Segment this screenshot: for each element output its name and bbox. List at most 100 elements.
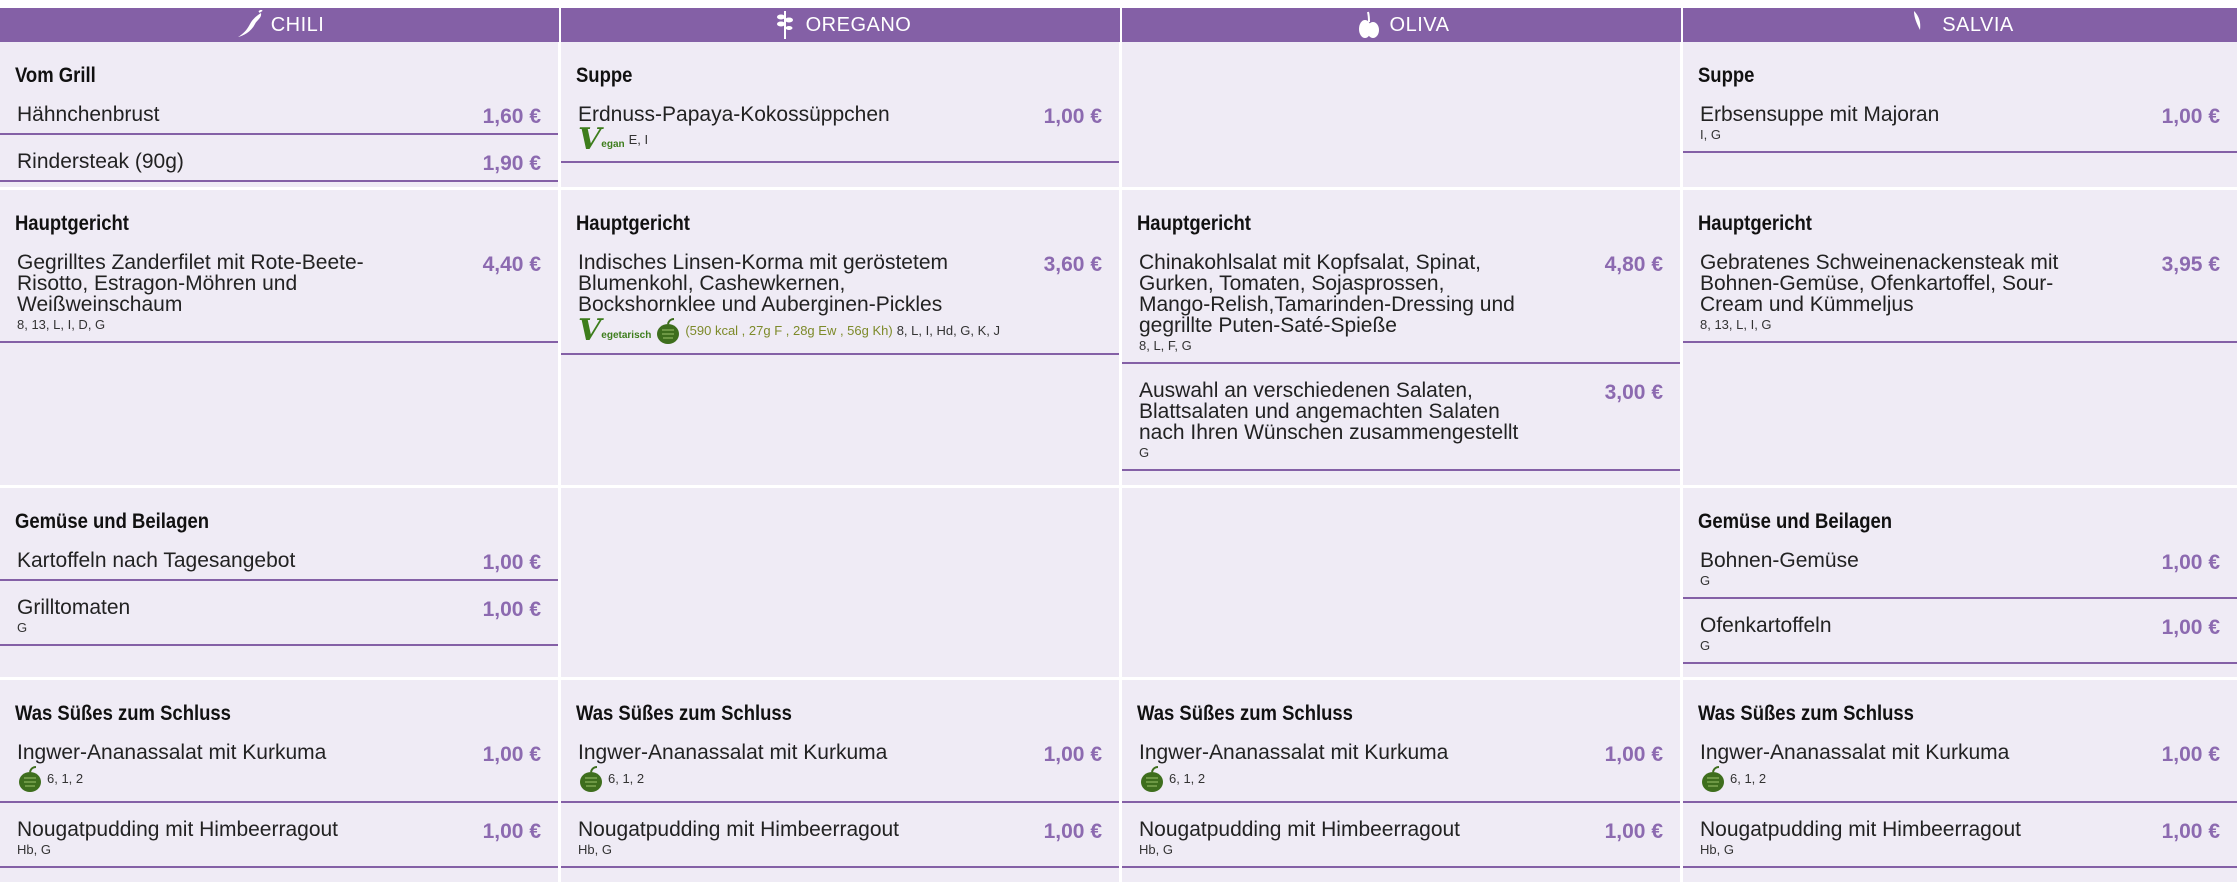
allergen-codes: 6, 1, 2 bbox=[608, 771, 645, 786]
item-price: 3,95 € bbox=[2161, 253, 2220, 276]
apple-icon bbox=[580, 766, 602, 792]
vegan-badge-icon: Vegan bbox=[578, 122, 625, 157]
category-title: Hauptgericht bbox=[14, 212, 129, 235]
allergen-codes: G bbox=[17, 620, 28, 635]
menu-item: Ingwer-Ananassalat mit Kurkuma 1,00 € 6,… bbox=[1683, 736, 2237, 803]
item-allergens: Vegetarisch (590 kcal , 27g F , 28g Ew ,… bbox=[578, 313, 1102, 348]
allergen-codes: G bbox=[1700, 573, 1711, 588]
oregano-icon bbox=[776, 11, 793, 39]
column-title: OREGANO bbox=[805, 13, 912, 36]
allergen-codes: Hb, G bbox=[578, 842, 612, 857]
category-title: Was Süßes zum Schluss bbox=[1697, 702, 1914, 725]
item-name: Erbsensuppe mit Majoran bbox=[1700, 103, 1940, 126]
menu-item: Nougatpudding mit Himbeerragout 1,00 € H… bbox=[1683, 813, 2237, 868]
menu-item: Ingwer-Ananassalat mit Kurkuma 1,00 € 6,… bbox=[561, 736, 1119, 803]
item-price: 1,00 € bbox=[2161, 551, 2220, 574]
salvia-sides-section: Gemüse und Beilagen Bohnen-Gemüse 1,00 €… bbox=[1683, 488, 2237, 680]
item-allergens: Vegan E, I bbox=[578, 122, 1102, 157]
category-title: Hauptgericht bbox=[575, 212, 690, 235]
menu-item: Rindersteak (90g) 1,90 € bbox=[0, 145, 558, 182]
apple-icon bbox=[657, 318, 680, 344]
allergen-codes: 8, L, I, Hd, G, K, J bbox=[896, 323, 1001, 338]
category-title: Hauptgericht bbox=[1697, 212, 1812, 235]
allergen-codes: 6, 1, 2 bbox=[1730, 771, 1767, 786]
column-header-salvia: SALVIA bbox=[1683, 8, 2237, 42]
oliva-main-section: Hauptgericht Chinakohlsalat mit Kopfsala… bbox=[1122, 190, 1683, 488]
sage-icon bbox=[1914, 11, 1921, 30]
item-price: 4,80 € bbox=[1604, 253, 1663, 276]
category-title: Suppe bbox=[1697, 64, 1755, 87]
menu-item: Nougatpudding mit Himbeerragout 1,00 € H… bbox=[1122, 813, 1680, 868]
oregano-soup-section: Suppe Erdnuss-Papaya-Kokossüppchen 1,00 … bbox=[561, 42, 1122, 190]
item-price: 4,40 € bbox=[482, 253, 541, 276]
menu-item: Nougatpudding mit Himbeerragout 1,00 € H… bbox=[561, 813, 1119, 868]
chili-grill-section: Vom Grill Hähnchenbrust 1,60 € Rinderste… bbox=[0, 42, 561, 190]
item-price: 1,00 € bbox=[482, 551, 541, 574]
item-price: 1,00 € bbox=[2161, 105, 2220, 128]
menu-item: Hähnchenbrust 1,60 € bbox=[0, 98, 558, 135]
item-price: 1,00 € bbox=[2161, 820, 2220, 843]
allergen-codes: 8, L, F, G bbox=[1139, 338, 1192, 353]
item-price: 3,60 € bbox=[1043, 253, 1102, 276]
column-header-chili: CHILI bbox=[0, 8, 561, 42]
chili-sides-section: Gemüse und Beilagen Kartoffeln nach Tage… bbox=[0, 488, 561, 680]
category-title: Was Süßes zum Schluss bbox=[14, 702, 231, 725]
column-header-oliva: OLIVA bbox=[1122, 8, 1683, 42]
olive-icon bbox=[1358, 11, 1379, 38]
menu-item: Gegrilltes Zanderfilet mit Rote-Beete-Ri… bbox=[0, 246, 558, 343]
item-price: 1,00 € bbox=[1043, 743, 1102, 766]
oregano-dessert-section: Was Süßes zum Schluss Ingwer-Ananassalat… bbox=[561, 680, 1122, 885]
item-price: 1,00 € bbox=[1043, 105, 1102, 128]
allergen-codes: 8, 13, L, I, G bbox=[1700, 317, 1772, 332]
oliva-empty-section bbox=[1122, 42, 1683, 190]
item-name: Ingwer-Ananassalat mit Kurkuma bbox=[1700, 741, 2010, 764]
item-name: Ingwer-Ananassalat mit Kurkuma bbox=[578, 741, 888, 764]
oregano-empty-section bbox=[561, 488, 1122, 680]
item-price: 1,00 € bbox=[482, 820, 541, 843]
item-price: 1,00 € bbox=[1043, 820, 1102, 843]
item-name: Gebratenes Schweinenackensteak mit Bohne… bbox=[1700, 251, 2059, 316]
item-name: Auswahl an verschiedenen Salaten, Blatts… bbox=[1139, 379, 1519, 444]
menu-item: Ingwer-Ananassalat mit Kurkuma 1,00 € 6,… bbox=[1122, 736, 1680, 803]
item-name: Chinakohlsalat mit Kopfsalat, Spinat, Gu… bbox=[1139, 251, 1515, 337]
menu-item: Kartoffeln nach Tagesangebot 1,00 € bbox=[0, 544, 558, 581]
category-title: Vom Grill bbox=[14, 64, 96, 87]
menu-item: Indisches Linsen-Korma mit geröstetem Bl… bbox=[561, 246, 1119, 355]
category-title: Was Süßes zum Schluss bbox=[575, 702, 792, 725]
item-name: Kartoffeln nach Tagesangebot bbox=[17, 549, 296, 572]
item-name: Grilltomaten bbox=[17, 596, 131, 619]
category-title: Suppe bbox=[575, 64, 633, 87]
item-price: 1,00 € bbox=[482, 743, 541, 766]
salvia-soup-section: Suppe Erbsensuppe mit Majoran 1,00 € I, … bbox=[1683, 42, 2237, 190]
item-name: Nougatpudding mit Himbeerragout bbox=[1139, 818, 1461, 841]
allergen-codes: Hb, G bbox=[1139, 842, 1173, 857]
menu-item: Nougatpudding mit Himbeerragout 1,00 € H… bbox=[0, 813, 558, 868]
menu-grid: CHILI OREGANO OLIVA SALVIA Vom Grill Häh… bbox=[0, 8, 2237, 885]
item-price: 1,00 € bbox=[1604, 743, 1663, 766]
menu-item: Erbsensuppe mit Majoran 1,00 € I, G bbox=[1683, 98, 2237, 153]
item-allergens: 6, 1, 2 bbox=[17, 765, 541, 793]
item-price: 1,00 € bbox=[1604, 820, 1663, 843]
menu-item: Ingwer-Ananassalat mit Kurkuma 1,00 € 6,… bbox=[0, 736, 558, 803]
chili-icon bbox=[237, 10, 263, 37]
item-allergens: 6, 1, 2 bbox=[1139, 765, 1663, 793]
nutrition-info: (590 kcal , 27g F , 28g Ew , 56g Kh) bbox=[685, 323, 893, 338]
menu-item: Gebratenes Schweinenackensteak mit Bohne… bbox=[1683, 246, 2237, 343]
item-price: 1,00 € bbox=[2161, 616, 2220, 639]
allergen-codes: E, I bbox=[628, 132, 649, 147]
oregano-main-section: Hauptgericht Indisches Linsen-Korma mit … bbox=[561, 190, 1122, 488]
allergen-codes: G bbox=[1139, 445, 1150, 460]
vegetarian-badge-icon: Vegetarisch bbox=[578, 313, 652, 348]
item-name: Ofenkartoffeln bbox=[1700, 614, 1832, 637]
menu-item: Erdnuss-Papaya-Kokossüppchen 1,00 € Vega… bbox=[561, 98, 1119, 163]
item-price: 1,90 € bbox=[482, 152, 541, 175]
item-name: Gegrilltes Zanderfilet mit Rote-Beete-Ri… bbox=[17, 251, 364, 316]
chili-main-section: Hauptgericht Gegrilltes Zanderfilet mit … bbox=[0, 190, 561, 488]
item-name: Nougatpudding mit Himbeerragout bbox=[1700, 818, 2022, 841]
allergen-codes: I, G bbox=[1700, 127, 1721, 142]
menu-item: Grilltomaten 1,00 € G bbox=[0, 591, 558, 646]
item-price: 1,00 € bbox=[482, 598, 541, 621]
apple-icon bbox=[1141, 766, 1163, 792]
item-name: Ingwer-Ananassalat mit Kurkuma bbox=[1139, 741, 1449, 764]
allergen-codes: Hb, G bbox=[17, 842, 51, 857]
